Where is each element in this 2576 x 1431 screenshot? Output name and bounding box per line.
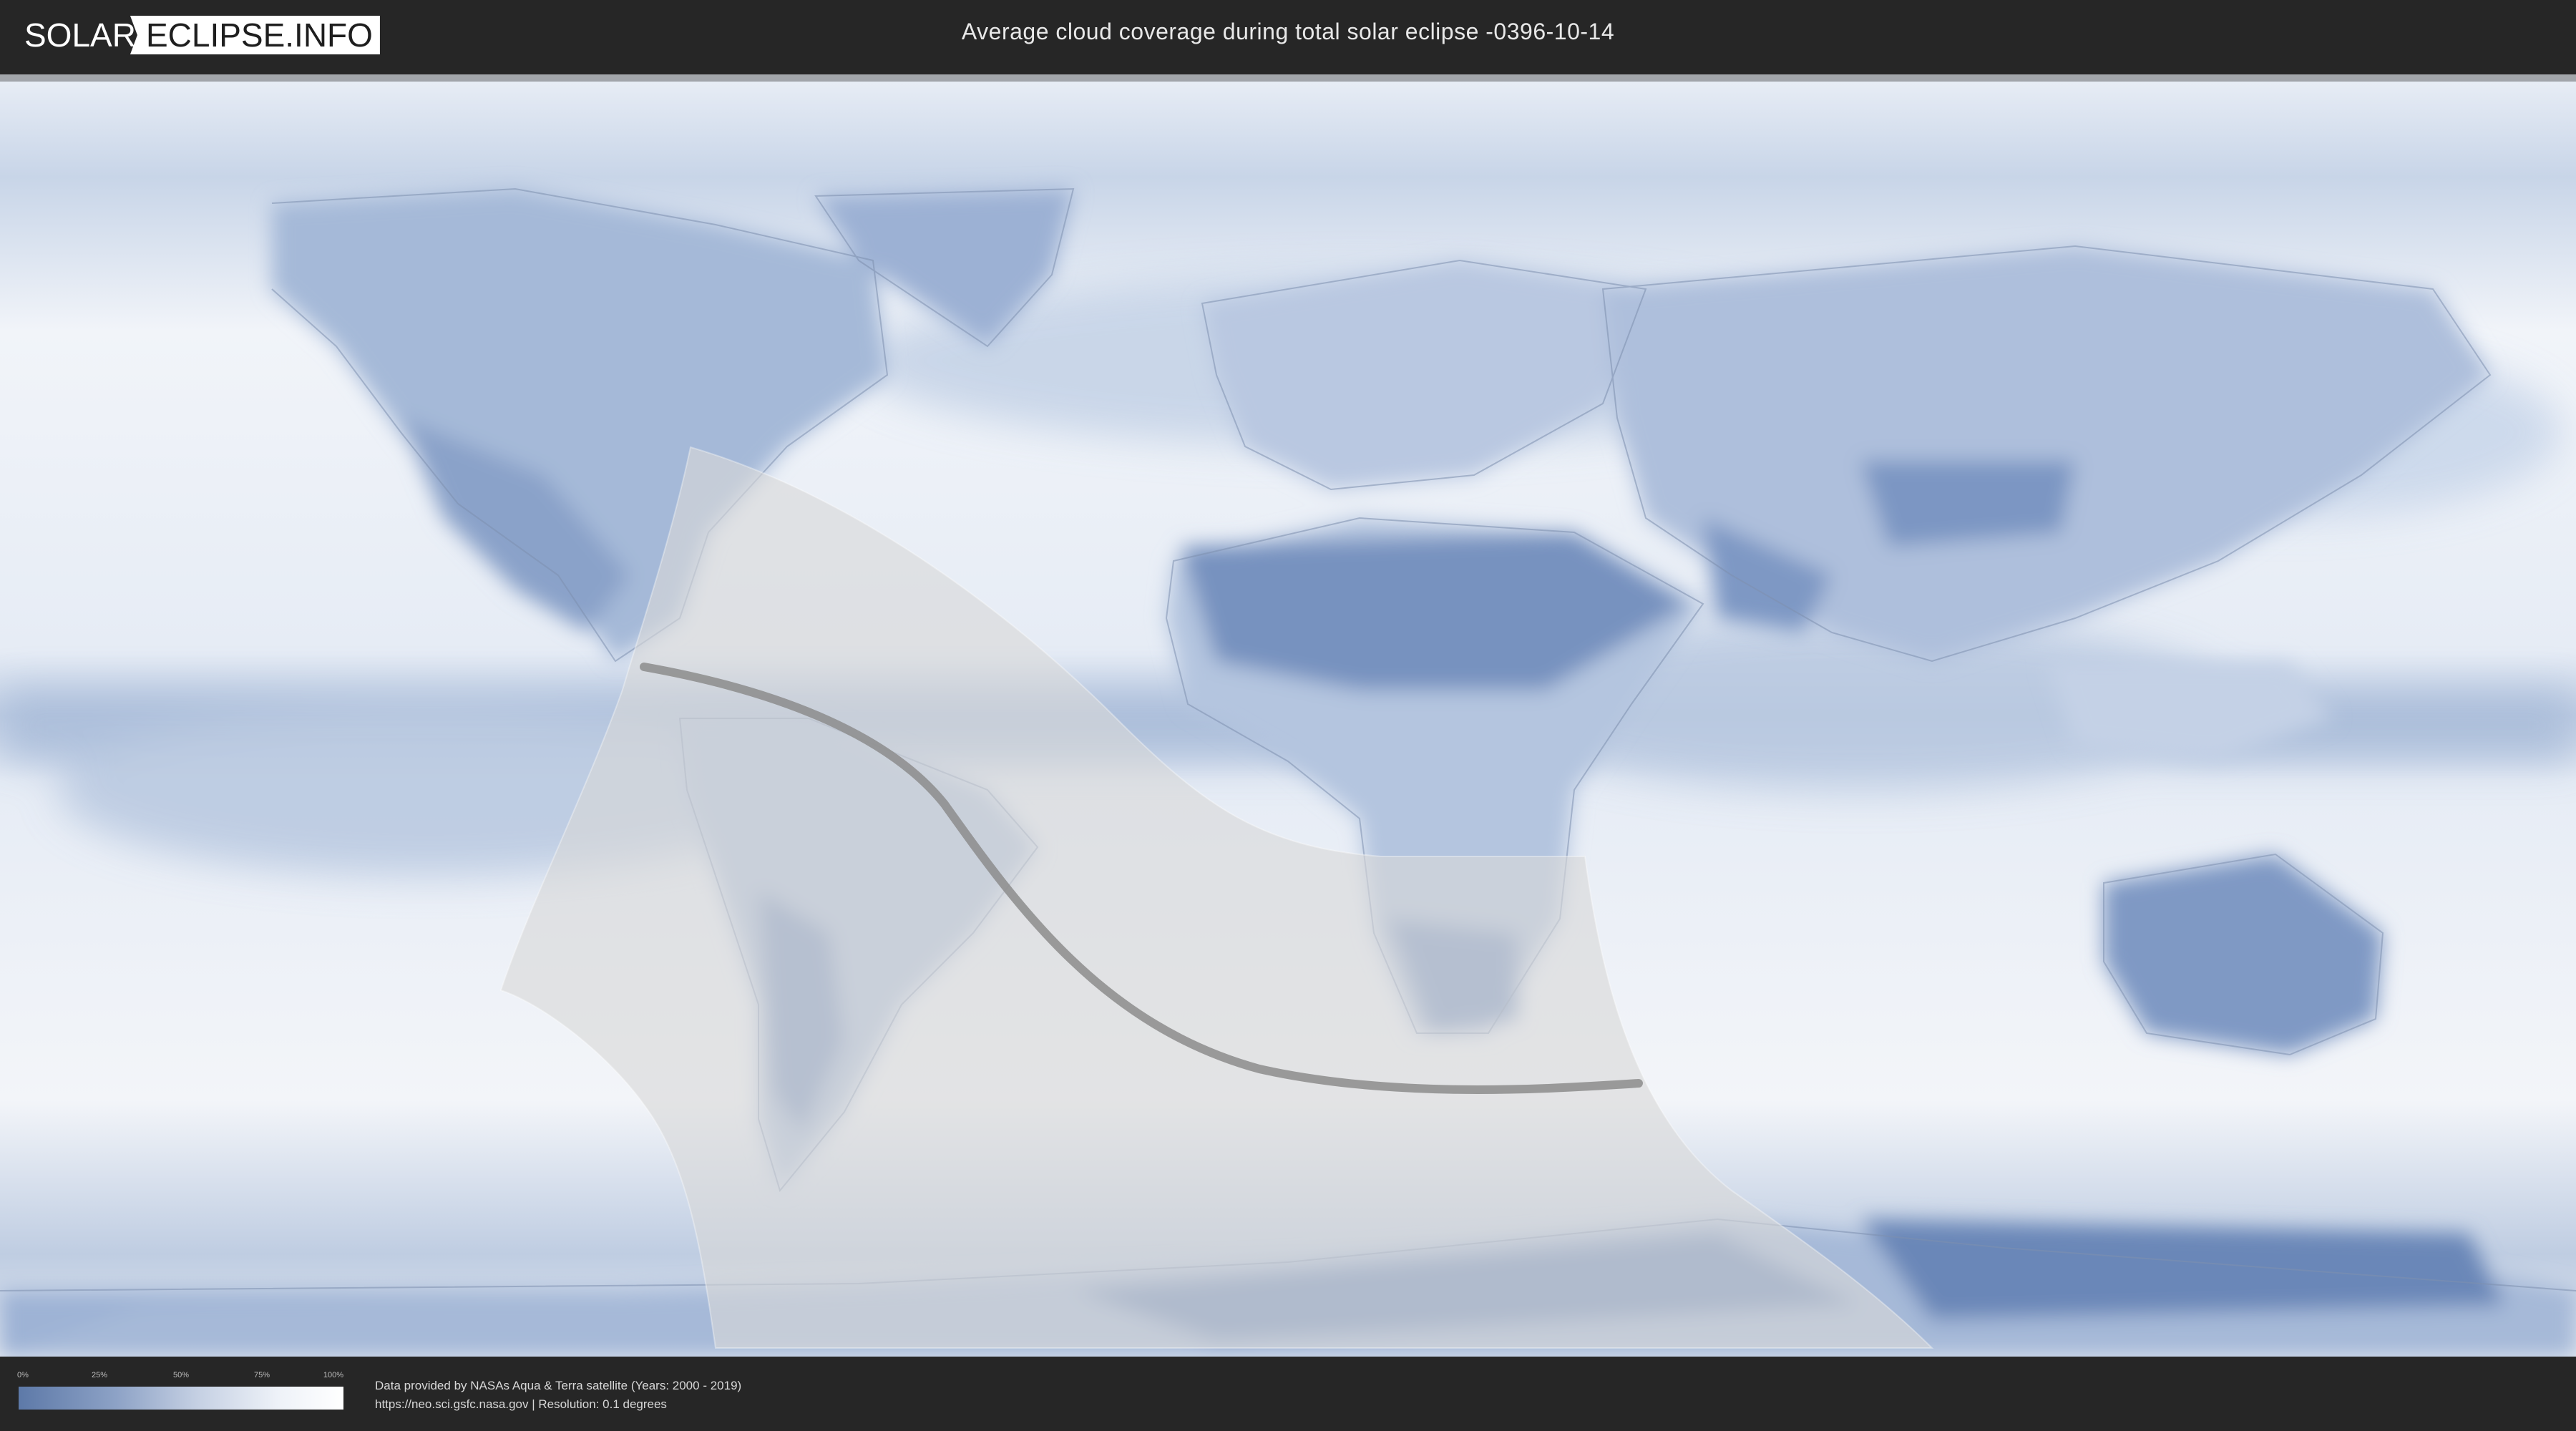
world-map-svg (0, 74, 2576, 1357)
cloud-coverage-map[interactable] (0, 74, 2576, 1357)
legend-tick-100: 100% (323, 1371, 344, 1379)
legend-tick-25: 25% (91, 1371, 108, 1379)
legend-tick-50: 50% (172, 1371, 190, 1379)
credits-url[interactable]: https://neo.sci.gsfc.nasa.gov | Resoluti… (375, 1395, 741, 1414)
legend-tick-0: 0% (17, 1371, 29, 1379)
data-credits: Data provided by NASAs Aqua & Terra sate… (375, 1377, 741, 1414)
header-bar: SOLAR ECLIPSE.INFO Average cloud coverag… (0, 0, 2576, 70)
footer-bar: 0% 25% 50% 75% 100% Data provided by NAS… (0, 1357, 2576, 1431)
page-title: Average cloud coverage during total sola… (961, 19, 1615, 44)
page: SOLAR ECLIPSE.INFO Average cloud coverag… (0, 0, 2576, 1431)
legend-tick-75: 75% (253, 1371, 270, 1379)
legend-ticks: 0% 25% 50% 75% 100% (17, 1371, 344, 1385)
credits-source: Data provided by NASAs Aqua & Terra sate… (375, 1379, 742, 1392)
cloud-coverage-legend: 0% 25% 50% 75% 100% (17, 1371, 344, 1414)
legend-color-bar (19, 1387, 343, 1410)
map-top-edge (0, 74, 2576, 82)
